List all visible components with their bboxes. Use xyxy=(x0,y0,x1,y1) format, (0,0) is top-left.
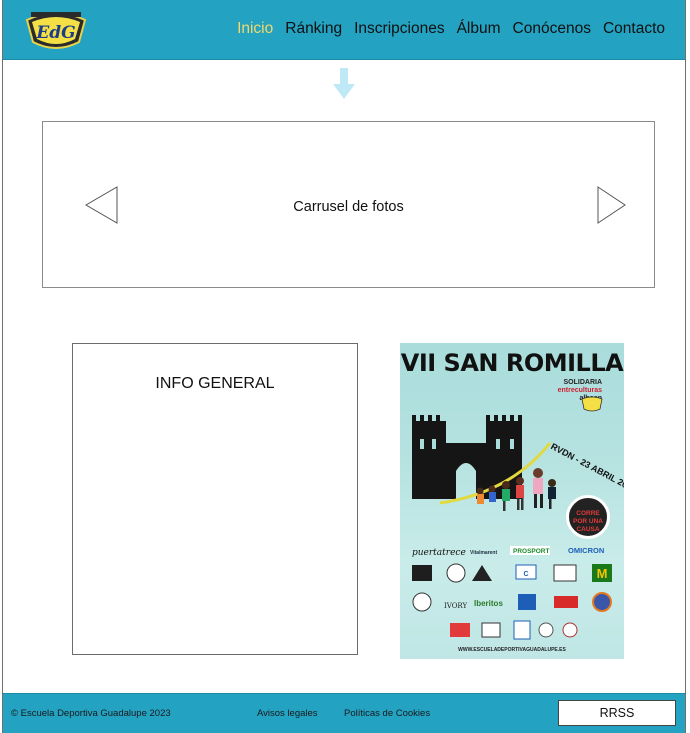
nav-item-conocenos[interactable]: Conócenos xyxy=(513,20,591,38)
rrss-button[interactable]: RRSS xyxy=(558,700,676,726)
svg-text:Vitalmarent: Vitalmarent xyxy=(470,550,497,556)
footer-legal-link[interactable]: Avisos legales xyxy=(257,708,318,719)
poster-url: WWW.ESCUELADEPORTIVAGUADALUPE.ES xyxy=(458,647,566,653)
event-poster[interactable]: VII SAN ROMILLA SOLIDARIA entreculturas … xyxy=(400,343,624,659)
nav-item-inicio[interactable]: Inicio xyxy=(237,20,273,38)
svg-text:M: M xyxy=(597,566,608,581)
info-general-title: INFO GENERAL xyxy=(155,375,275,392)
svg-text:C: C xyxy=(523,571,528,578)
carousel-next-icon[interactable] xyxy=(597,186,627,224)
logo-icon: EdG xyxy=(25,12,87,49)
nav-item-contacto[interactable]: Contacto xyxy=(603,20,665,38)
info-general-panel: INFO GENERAL xyxy=(72,343,358,655)
site-header: EdG Inicio Ránking Inscripciones Álbum C… xyxy=(3,0,685,60)
footer-copyright: © Escuela Deportiva Guadalupe 2023 xyxy=(11,708,171,719)
main-nav: Inicio Ránking Inscripciones Álbum Conóc… xyxy=(237,20,665,38)
svg-text:puertatrece: puertatrece xyxy=(412,548,466,558)
svg-text:OMICRON: OMICRON xyxy=(568,546,604,555)
site-footer: © Escuela Deportiva Guadalupe 2023 Aviso… xyxy=(3,693,685,733)
poster-cause-badge: CORRE POR UNA CAUSA xyxy=(566,495,610,539)
photo-carousel: Carrusel de fotos xyxy=(42,121,655,288)
site-logo[interactable]: EdG xyxy=(23,8,89,52)
svg-text:EdG: EdG xyxy=(35,23,75,43)
svg-text:Iberitos: Iberitos xyxy=(474,599,503,608)
svg-text:PROSPORT: PROSPORT xyxy=(513,548,550,555)
footer-cookies-link[interactable]: Políticas de Cookies xyxy=(344,708,430,719)
svg-text:IVORY: IVORY xyxy=(444,602,467,610)
nav-item-inscripciones[interactable]: Inscripciones xyxy=(354,20,444,38)
carousel-label: Carrusel de fotos xyxy=(293,199,404,215)
scroll-down-icon[interactable] xyxy=(333,68,355,100)
nav-item-album[interactable]: Álbum xyxy=(457,20,501,38)
nav-item-ranking[interactable]: Ránking xyxy=(285,20,342,38)
